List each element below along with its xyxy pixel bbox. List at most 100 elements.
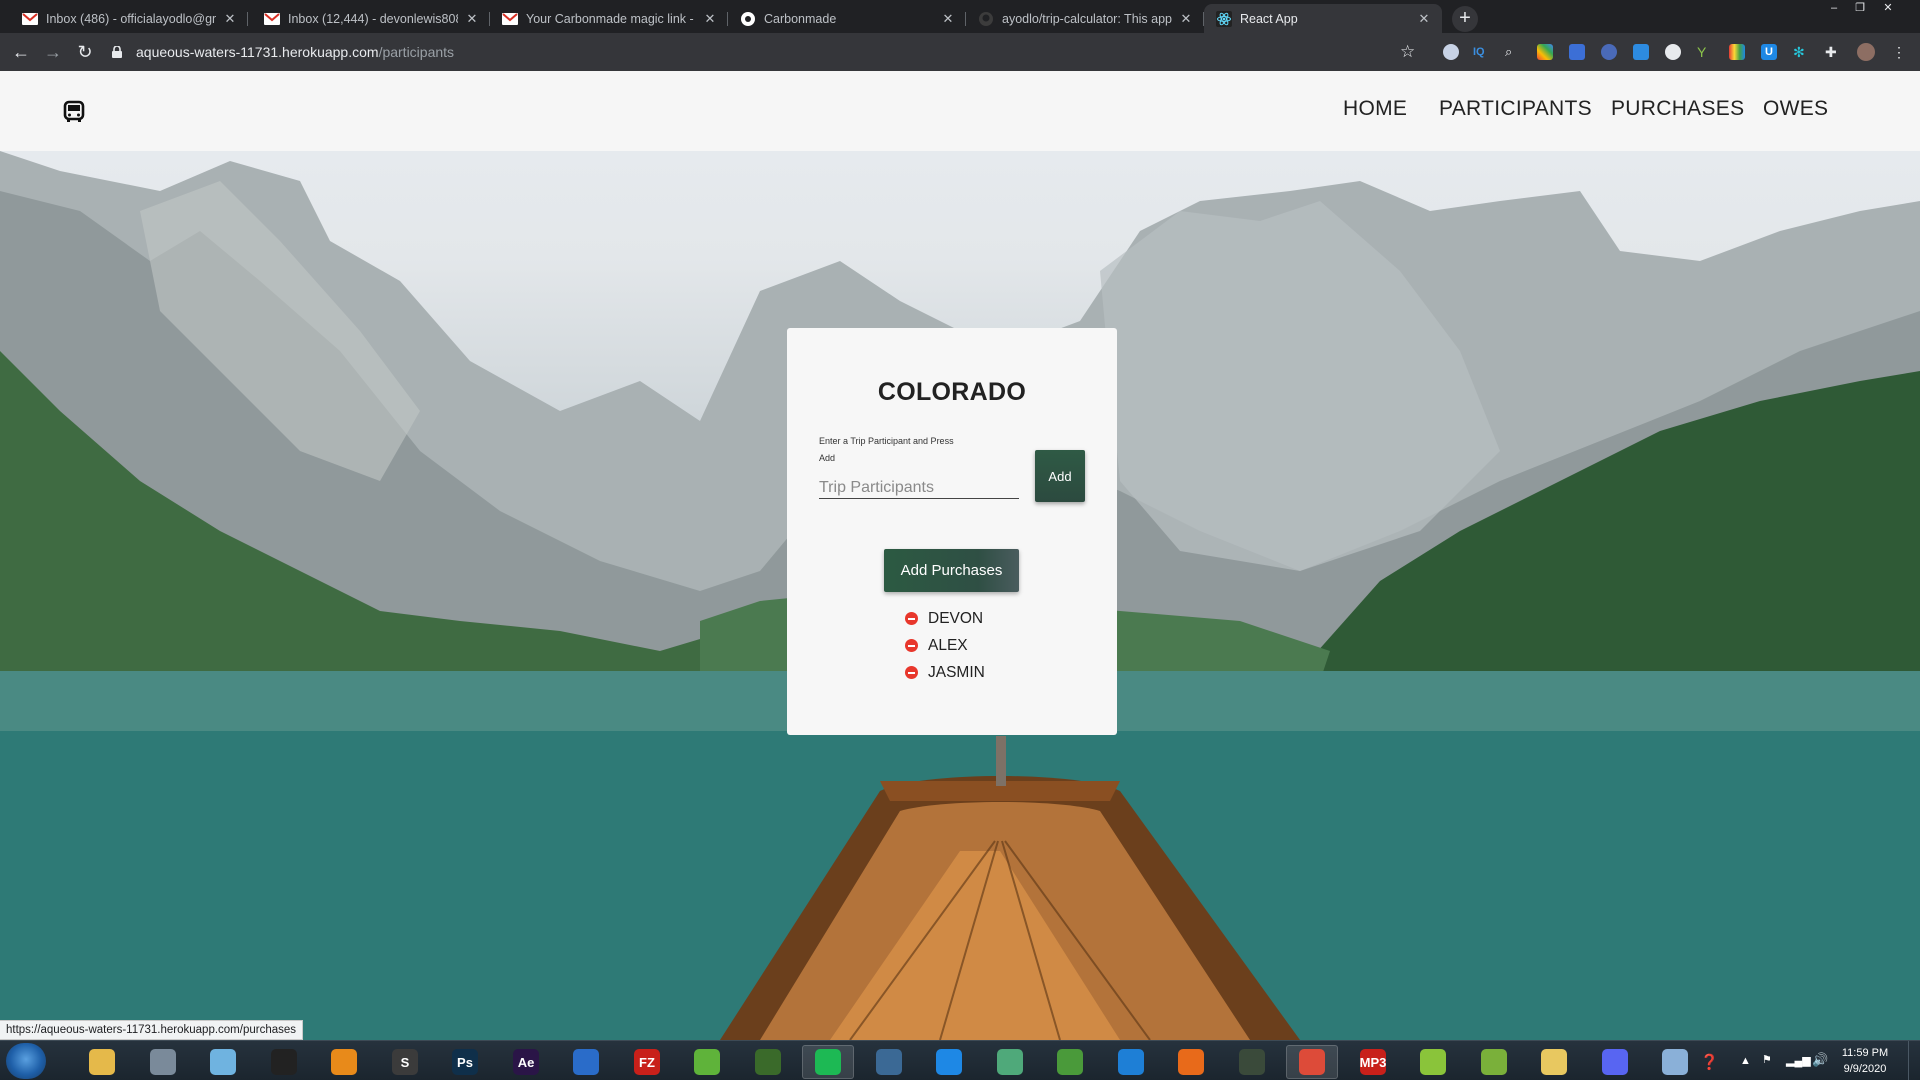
- close-tab-icon[interactable]: ✕: [1178, 11, 1194, 27]
- chrome-icon: [1299, 1049, 1325, 1075]
- gmail-icon: [502, 11, 518, 27]
- postgres-icon: [876, 1049, 902, 1075]
- start-button[interactable]: [6, 1043, 46, 1079]
- reload-icon[interactable]: ↻: [72, 39, 98, 65]
- bus-icon[interactable]: [62, 100, 86, 124]
- taskbar-app[interactable]: [318, 1045, 370, 1079]
- taskbar-app[interactable]: [1589, 1045, 1641, 1079]
- taskbar-app[interactable]: [1044, 1045, 1096, 1079]
- extension-iq-icon[interactable]: IQ: [1473, 44, 1489, 60]
- taskbar-app[interactable]: [923, 1045, 975, 1079]
- minimize-icon[interactable]: –: [1822, 0, 1846, 17]
- help-icon[interactable]: ❓: [1700, 1053, 1719, 1080]
- extension-u-icon[interactable]: U: [1761, 44, 1777, 60]
- after-effects-icon: Ae: [513, 1049, 539, 1075]
- taskbar-app[interactable]: [1286, 1045, 1338, 1079]
- close-window-icon[interactable]: ✕: [1876, 0, 1900, 17]
- browser-menu-icon[interactable]: ⋮: [1892, 44, 1908, 60]
- nav-participants[interactable]: PARTICIPANTS: [1439, 97, 1592, 121]
- discord-icon: [1602, 1049, 1628, 1075]
- taskbar-app[interactable]: [1649, 1045, 1701, 1079]
- github-icon: [978, 11, 994, 27]
- taskbar-app[interactable]: [681, 1045, 733, 1079]
- system-clock[interactable]: 11:59 PM 9/9/2020: [1834, 1045, 1896, 1077]
- network-flag-icon[interactable]: ⚑: [1762, 1053, 1772, 1080]
- taskbar-app[interactable]: [1165, 1045, 1217, 1079]
- show-desktop-button[interactable]: [1908, 1041, 1920, 1080]
- restore-icon[interactable]: ❐: [1848, 0, 1872, 17]
- sourcetree-icon: [573, 1049, 599, 1075]
- taskbar-app[interactable]: [137, 1045, 189, 1079]
- remove-icon[interactable]: [905, 666, 918, 679]
- add-purchases-button[interactable]: Add Purchases: [884, 549, 1019, 592]
- taskbar-app[interactable]: FZ: [621, 1045, 673, 1079]
- participant-name: DEVON: [928, 609, 984, 627]
- taskbar-app[interactable]: Ps: [439, 1045, 491, 1079]
- close-tab-icon[interactable]: ✕: [702, 11, 718, 27]
- close-tab-icon[interactable]: ✕: [1416, 11, 1432, 27]
- add-participant-button[interactable]: Add: [1035, 450, 1085, 502]
- taskbar-app[interactable]: Ae: [500, 1045, 552, 1079]
- profile-avatar[interactable]: [1857, 43, 1875, 61]
- taskbar-app[interactable]: [1226, 1045, 1278, 1079]
- taskbar-app[interactable]: [1407, 1045, 1459, 1079]
- nav-home[interactable]: HOME: [1343, 97, 1407, 121]
- bookmark-star-icon[interactable]: ☆: [1400, 39, 1415, 65]
- link-status-bar: https://aqueous-waters-11731.herokuapp.c…: [0, 1020, 304, 1040]
- site-navbar: HOME PARTICIPANTS PURCHASES OWES: [0, 71, 1920, 151]
- input-hint: Enter a Trip Participant and Press Add: [819, 436, 954, 463]
- extension-window-icon[interactable]: [1633, 44, 1649, 60]
- close-tab-icon[interactable]: ✕: [222, 11, 238, 27]
- tab-carbonmade[interactable]: Carbonmade ✕: [728, 4, 966, 33]
- taskbar-app[interactable]: [802, 1045, 854, 1079]
- extension-1-icon[interactable]: [1443, 44, 1459, 60]
- extension-c-icon[interactable]: [1665, 44, 1681, 60]
- trip-card: COLORADO Enter a Trip Participant and Pr…: [787, 328, 1117, 735]
- tab-gmail-2[interactable]: Inbox (12,444) - devonlewis808@ ✕: [252, 4, 490, 33]
- file-explorer-icon: [89, 1049, 115, 1075]
- new-tab-button[interactable]: +: [1452, 6, 1478, 32]
- volume-icon[interactable]: 🔊: [1812, 1052, 1828, 1080]
- extension-color-icon[interactable]: [1537, 44, 1553, 60]
- close-tab-icon[interactable]: ✕: [940, 11, 956, 27]
- extensions-puzzle-icon[interactable]: ✚: [1825, 44, 1841, 60]
- taskbar-app[interactable]: [742, 1045, 794, 1079]
- filezilla-icon: FZ: [634, 1049, 660, 1075]
- extension-gear-icon[interactable]: ✻: [1793, 44, 1809, 60]
- signal-icon[interactable]: ▂▄▆: [1786, 1054, 1811, 1080]
- extension-palette-icon[interactable]: [1729, 44, 1745, 60]
- taskbar-app[interactable]: [984, 1045, 1036, 1079]
- address-bar[interactable]: aqueous-waters-11731.herokuapp.com/parti…: [110, 36, 1430, 68]
- extension-search-icon[interactable]: ⌕: [1505, 44, 1521, 60]
- extension-pen-icon[interactable]: [1569, 44, 1585, 60]
- tray-expand-icon[interactable]: ▲: [1740, 1055, 1751, 1080]
- internet-explorer-icon: [1118, 1049, 1144, 1075]
- page: HOME PARTICIPANTS PURCHASES OWES COLORAD…: [0, 71, 1920, 1040]
- back-icon[interactable]: ←: [8, 39, 34, 65]
- forward-icon[interactable]: →: [40, 39, 66, 65]
- trip-participant-input[interactable]: [819, 477, 1019, 499]
- tab-gmail-3[interactable]: Your Carbonmade magic link - S ✕: [490, 4, 728, 33]
- remove-icon[interactable]: [905, 639, 918, 652]
- nav-owes[interactable]: OWES: [1763, 97, 1828, 121]
- tab-react-app[interactable]: React App ✕: [1204, 4, 1442, 33]
- extension-circle-icon[interactable]: [1601, 44, 1617, 60]
- nav-purchases[interactable]: PURCHASES: [1611, 97, 1744, 121]
- tab-github[interactable]: ayodlo/trip-calculator: This app i ✕: [966, 4, 1204, 33]
- taskbar-app[interactable]: [1528, 1045, 1580, 1079]
- remove-icon[interactable]: [905, 612, 918, 625]
- taskbar-app[interactable]: [560, 1045, 612, 1079]
- extension-y-icon[interactable]: Y: [1697, 44, 1713, 60]
- taskbar-app[interactable]: [1468, 1045, 1520, 1079]
- taskbar-app[interactable]: [76, 1045, 128, 1079]
- taskbar-app[interactable]: [197, 1045, 249, 1079]
- close-tab-icon[interactable]: ✕: [464, 11, 480, 27]
- list-item: DEVON: [905, 605, 985, 632]
- taskbar-app[interactable]: [863, 1045, 915, 1079]
- tab-gmail-1[interactable]: Inbox (486) - officialayodlo@gma ✕: [10, 4, 248, 33]
- taskbar-app[interactable]: [258, 1045, 310, 1079]
- taskbar-app[interactable]: [1105, 1045, 1157, 1079]
- taskbar-app[interactable]: S: [379, 1045, 431, 1079]
- taskbar-app[interactable]: MP3: [1347, 1045, 1399, 1079]
- inkscape-icon: [271, 1049, 297, 1075]
